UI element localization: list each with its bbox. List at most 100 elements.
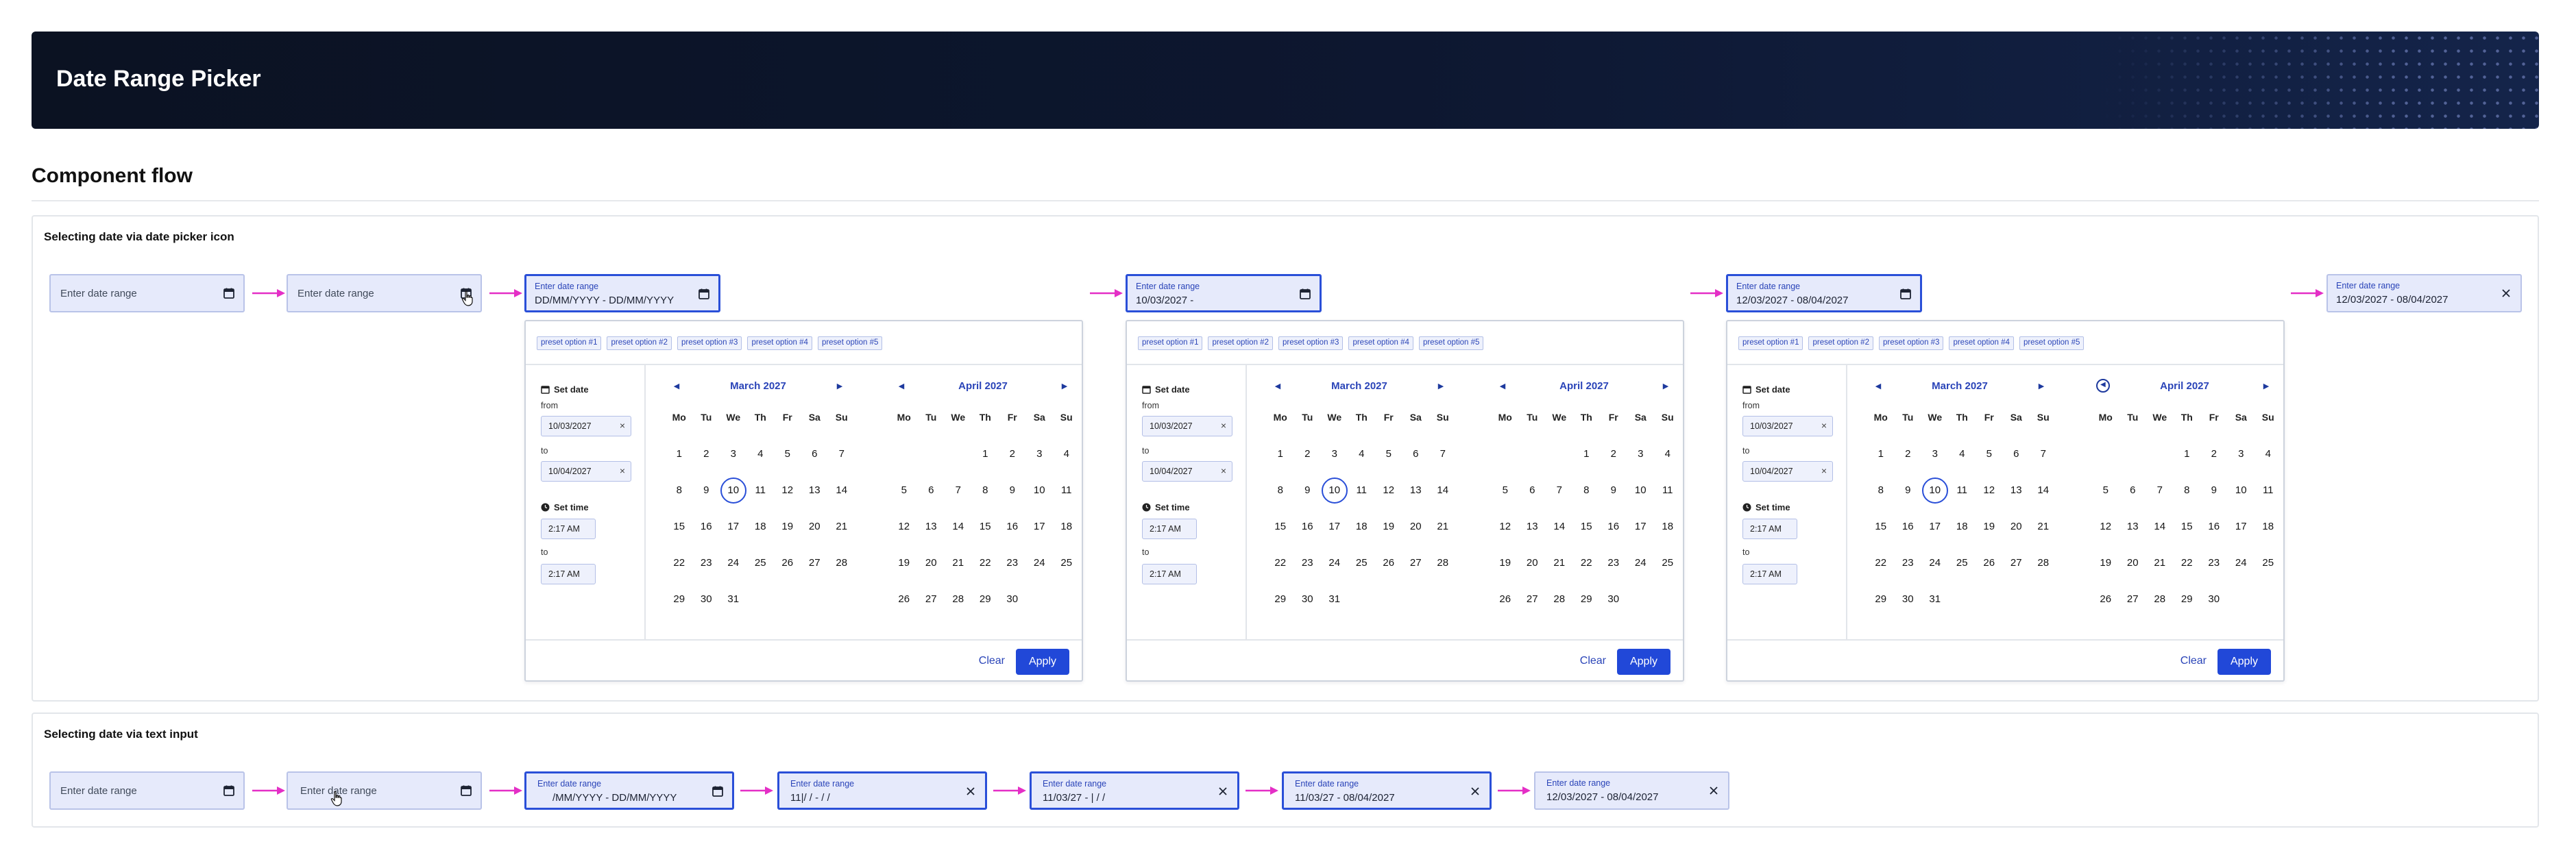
clear-button[interactable]: Clear xyxy=(1580,655,1606,667)
day-cell[interactable]: 17 xyxy=(1026,521,1054,557)
from-time-input[interactable]: 2:17 AM xyxy=(541,519,596,539)
day-cell[interactable]: 20 xyxy=(1519,557,1546,593)
close-icon[interactable] xyxy=(964,785,977,797)
day-cell[interactable]: 2 xyxy=(1600,448,1627,484)
day-cell[interactable]: 12 xyxy=(1492,521,1519,557)
day-cell[interactable]: 25 xyxy=(1949,557,1976,593)
day-cell[interactable]: 2 xyxy=(693,448,720,484)
preset-option[interactable]: preset option #2 xyxy=(1808,336,1873,350)
day-cell[interactable]: 14 xyxy=(1429,484,1457,521)
day-cell[interactable]: 6 xyxy=(2003,448,2030,484)
day-cell[interactable]: 8 xyxy=(1867,484,1895,521)
date-range-field-open[interactable]: Enter date range DD/MM/YYYY - DD/MM/YYYY xyxy=(524,274,720,312)
apply-button[interactable]: Apply xyxy=(1016,649,1069,675)
day-cell[interactable]: 15 xyxy=(1267,521,1294,557)
close-icon[interactable]: × xyxy=(620,420,625,431)
day-cell[interactable]: 4 xyxy=(1654,448,1681,484)
close-icon[interactable]: × xyxy=(1221,420,1226,431)
day-cell[interactable]: 16 xyxy=(1600,521,1627,557)
day-cell[interactable]: 13 xyxy=(2119,521,2147,557)
day-cell[interactable]: 27 xyxy=(2119,593,2147,630)
day-cell[interactable]: 8 xyxy=(972,484,999,521)
calendar-icon[interactable] xyxy=(460,784,472,797)
day-cell[interactable]: 13 xyxy=(2003,484,2030,521)
day-cell[interactable]: 20 xyxy=(1402,521,1430,557)
to-date-input[interactable]: 10/04/2027 × xyxy=(541,461,631,482)
day-cell[interactable]: 27 xyxy=(2003,557,2030,593)
day-cell[interactable]: 16 xyxy=(1294,521,1322,557)
day-cell[interactable]: 31 xyxy=(720,593,747,630)
to-date-input[interactable]: 10/04/2027 × xyxy=(1142,461,1232,482)
day-cell[interactable]: 17 xyxy=(1921,521,1949,557)
day-cell[interactable]: 4 xyxy=(1348,448,1376,484)
day-cell[interactable]: 10 xyxy=(1627,484,1655,521)
day-cell[interactable]: 13 xyxy=(1519,521,1546,557)
preset-option[interactable]: preset option #4 xyxy=(1949,336,2014,350)
day-cell[interactable]: 4 xyxy=(1949,448,1976,484)
day-cell[interactable]: 19 xyxy=(1375,521,1402,557)
day-cell[interactable]: 31 xyxy=(1921,593,1949,630)
next-month-button[interactable]: ▶ xyxy=(1435,382,1446,391)
from-time-input[interactable]: 2:17 AM xyxy=(1142,519,1197,539)
day-cell[interactable]: 30 xyxy=(1600,593,1627,630)
day-cell[interactable]: 26 xyxy=(774,557,801,593)
day-cell[interactable]: 17 xyxy=(1627,521,1655,557)
day-cell[interactable]: 6 xyxy=(918,484,945,521)
day-cell[interactable]: 5 xyxy=(774,448,801,484)
day-cell[interactable]: 18 xyxy=(1053,521,1080,557)
from-date-input[interactable]: 10/03/2027 × xyxy=(1742,416,1833,436)
day-cell[interactable]: 23 xyxy=(2200,557,2228,593)
day-cell[interactable]: 11 xyxy=(1348,484,1376,521)
day-cell-today[interactable]: 10 xyxy=(1921,478,1949,521)
day-cell[interactable]: 9 xyxy=(999,484,1026,521)
day-cell[interactable]: 2 xyxy=(2200,448,2228,484)
date-range-field-hover[interactable]: Enter date range xyxy=(287,274,482,312)
day-cell[interactable]: 16 xyxy=(1895,521,1922,557)
day-cell[interactable]: 16 xyxy=(693,521,720,557)
text-field-empty[interactable]: Enter date range xyxy=(49,771,245,810)
day-cell[interactable]: 26 xyxy=(2092,593,2119,630)
day-cell[interactable]: 25 xyxy=(1654,557,1681,593)
day-cell[interactable]: 10 xyxy=(1026,484,1054,521)
field-value[interactable]: 11/03/27 - 08/04/2027 xyxy=(1295,792,1395,804)
day-cell[interactable]: 13 xyxy=(918,521,945,557)
day-cell[interactable]: 24 xyxy=(1921,557,1949,593)
day-cell[interactable]: 1 xyxy=(2174,448,2201,484)
day-cell[interactable]: 2 xyxy=(1294,448,1322,484)
day-cell[interactable]: 3 xyxy=(1026,448,1054,484)
preset-option[interactable]: preset option #2 xyxy=(607,336,672,350)
day-cell[interactable]: 29 xyxy=(1573,593,1601,630)
day-cell[interactable]: 24 xyxy=(1627,557,1655,593)
text-field-typing-to[interactable]: Enter date range 11/03/27 - | / / xyxy=(1030,771,1239,810)
day-cell[interactable]: 23 xyxy=(1895,557,1922,593)
day-cell[interactable]: 1 xyxy=(1573,448,1601,484)
day-cell[interactable]: 5 xyxy=(2092,484,2119,521)
day-cell[interactable]: 11 xyxy=(2255,484,2282,521)
preset-option[interactable]: preset option #4 xyxy=(747,336,812,350)
day-cell[interactable]: 1 xyxy=(666,448,693,484)
date-range-field-partial[interactable]: Enter date range 10/03/2027 - xyxy=(1126,274,1322,312)
day-cell[interactable]: 7 xyxy=(1546,484,1573,521)
to-time-input[interactable]: 2:17 AM xyxy=(1142,564,1197,584)
day-cell[interactable]: 23 xyxy=(1294,557,1322,593)
preset-option[interactable]: preset option #5 xyxy=(817,336,883,350)
day-cell[interactable]: 29 xyxy=(1867,593,1895,630)
day-cell[interactable]: 18 xyxy=(1348,521,1376,557)
close-icon[interactable] xyxy=(2500,287,2512,299)
day-cell[interactable]: 27 xyxy=(1402,557,1430,593)
day-cell[interactable]: 4 xyxy=(2255,448,2282,484)
day-cell[interactable]: 5 xyxy=(1375,448,1402,484)
day-cell[interactable]: 29 xyxy=(2174,593,2201,630)
day-cell[interactable]: 21 xyxy=(1546,557,1573,593)
day-cell[interactable]: 12 xyxy=(1375,484,1402,521)
day-cell[interactable]: 23 xyxy=(1600,557,1627,593)
day-cell[interactable]: 9 xyxy=(1600,484,1627,521)
day-cell[interactable]: 6 xyxy=(2119,484,2147,521)
day-cell[interactable]: 25 xyxy=(2255,557,2282,593)
day-cell[interactable]: 28 xyxy=(1546,593,1573,630)
day-cell[interactable]: 12 xyxy=(1976,484,2003,521)
day-cell[interactable]: 11 xyxy=(1053,484,1080,521)
day-cell[interactable]: 9 xyxy=(1294,484,1322,521)
day-cell[interactable]: 15 xyxy=(666,521,693,557)
day-cell[interactable]: 9 xyxy=(2200,484,2228,521)
